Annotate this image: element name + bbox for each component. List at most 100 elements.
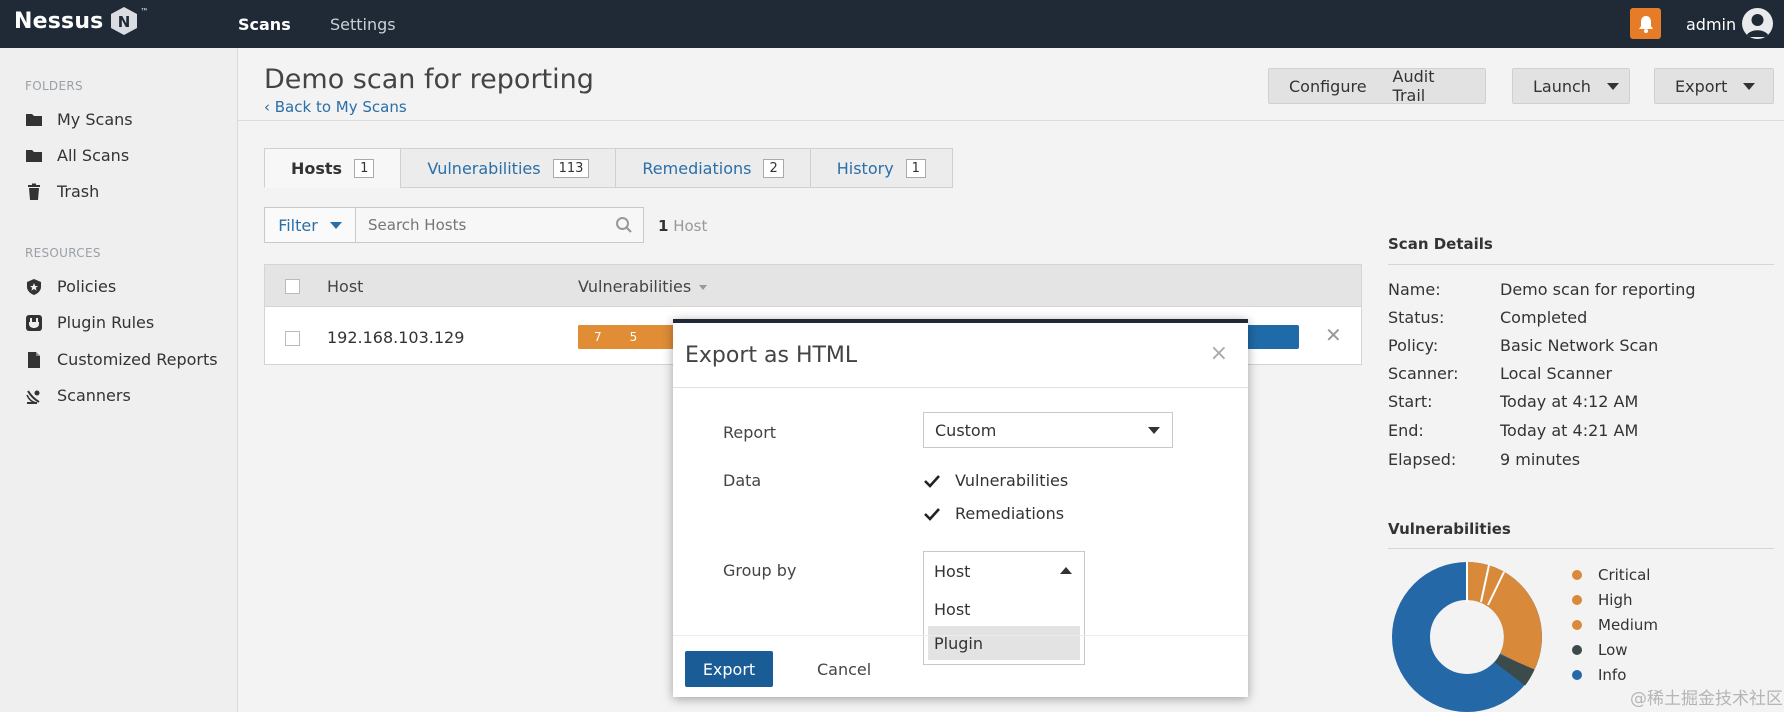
legend-high: High — [1572, 591, 1632, 609]
tab-label: Remediations — [642, 158, 752, 178]
nav-scans[interactable]: Scans — [238, 15, 291, 34]
sidebar-item-label: Trash — [57, 182, 100, 201]
legend-label: Critical — [1598, 566, 1651, 584]
delete-row-icon[interactable]: ✕ — [1325, 323, 1342, 347]
nav-settings[interactable]: Settings — [330, 15, 396, 34]
report-select[interactable]: Custom — [923, 412, 1173, 448]
tab-count-badge: 113 — [552, 158, 590, 178]
configure-button[interactable]: Configure — [1269, 77, 1387, 96]
tab-hosts[interactable]: Hosts 1 — [264, 148, 401, 188]
legend-label: Low — [1598, 641, 1628, 659]
tab-label: Hosts — [291, 158, 343, 178]
vulnerabilities-checkbox-row[interactable]: Vulnerabilities — [923, 471, 1068, 490]
filter-label: Filter — [278, 215, 318, 235]
legend-critical: Critical — [1572, 566, 1650, 584]
sort-icon — [699, 285, 708, 290]
host-count-number: 1 — [658, 217, 669, 235]
select-all-checkbox[interactable] — [285, 279, 300, 294]
remediations-checkbox[interactable] — [923, 505, 941, 523]
column-label: Vulnerabilities — [578, 277, 692, 296]
plugin-icon — [26, 314, 42, 331]
chevron-down-icon — [1743, 82, 1756, 90]
dialog-title: Export as HTML — [685, 343, 858, 368]
notifications-button[interactable] — [1630, 8, 1661, 39]
scan-details-title: Scan Details — [1388, 235, 1493, 253]
sidebar-item-all-scans[interactable]: All Scans — [25, 146, 129, 165]
sidebar-item-label: All Scans — [57, 146, 130, 165]
document-icon — [28, 351, 40, 368]
column-vulnerabilities[interactable]: Vulnerabilities — [578, 277, 708, 296]
sidebar-item-my-scans[interactable]: My Scans — [25, 110, 133, 129]
checkbox-label: Vulnerabilities — [955, 471, 1069, 490]
tab-label: History — [836, 158, 894, 178]
host-count: 1 Host — [658, 217, 707, 235]
legend-dot — [1572, 620, 1582, 630]
legend-low: Low — [1572, 641, 1628, 659]
row-checkbox[interactable] — [285, 331, 300, 346]
resources-heading: RESOURCES — [25, 246, 101, 260]
tab-vulnerabilities[interactable]: Vulnerabilities 113 — [400, 148, 616, 188]
user-avatar[interactable] — [1742, 8, 1773, 39]
sidebar-item-plugin-rules[interactable]: Plugin Rules — [25, 313, 154, 332]
user-icon — [1746, 14, 1769, 37]
launch-button[interactable]: Launch — [1512, 68, 1630, 104]
chevron-down-icon — [1606, 82, 1619, 90]
chevron-down-icon — [329, 221, 342, 229]
checkmark-icon — [924, 474, 940, 488]
legend-dot — [1572, 570, 1582, 580]
group-option-plugin[interactable]: Plugin — [928, 626, 1080, 660]
sidebar-item-label: Policies — [57, 277, 117, 296]
detail-row: Policy: Basic Network Scan — [1388, 336, 1658, 355]
tab-history[interactable]: History 1 — [809, 148, 953, 188]
tab-count-badge: 1 — [905, 158, 926, 178]
group-option-host[interactable]: Host — [928, 592, 1080, 626]
tab-remediations[interactable]: Remediations 2 — [615, 148, 810, 188]
chevron-down-icon — [1148, 427, 1160, 434]
nessus-logo[interactable]: Nessus N ™ — [14, 6, 148, 36]
export-confirm-button[interactable]: Export — [685, 651, 773, 687]
back-to-my-scans-link[interactable]: ‹ Back to My Scans — [264, 98, 407, 116]
folder-icon — [26, 149, 42, 162]
search-icon[interactable] — [615, 216, 633, 234]
user-name[interactable]: admin — [1686, 15, 1736, 34]
donut-high — [1466, 562, 1542, 671]
export-html-dialog: Export as HTML × Report Custom Data Vuln… — [673, 319, 1248, 697]
detail-value: Local Scanner — [1500, 364, 1613, 383]
detail-key: Elapsed: — [1388, 450, 1457, 469]
vulnerabilities-checkbox[interactable] — [923, 472, 941, 490]
legend-dot — [1572, 595, 1582, 605]
filter-button[interactable]: Filter — [264, 207, 356, 243]
vulnerabilities-donut-chart[interactable] — [1392, 562, 1542, 712]
sidebar-item-policies[interactable]: Policies — [25, 277, 116, 296]
vuln-severity-segment: 7 5 — [578, 325, 688, 349]
table-header: Host Vulnerabilities — [265, 265, 1361, 307]
shield-icon — [27, 278, 41, 295]
detail-value: Today at 4:21 AM — [1500, 421, 1639, 440]
dialog-footer-divider — [673, 635, 1248, 636]
group-by-select[interactable]: Host Host Plugin — [923, 551, 1085, 665]
header-divider — [238, 120, 1784, 121]
sidebar-item-trash[interactable]: Trash — [25, 182, 99, 201]
logo-text: Nessus — [14, 8, 104, 34]
export-button[interactable]: Export — [1654, 68, 1774, 104]
cancel-button[interactable]: Cancel — [817, 660, 871, 679]
column-host[interactable]: Host — [327, 277, 363, 296]
audit-trail-button[interactable]: Audit Trail — [1387, 67, 1485, 105]
search-hosts-input[interactable] — [356, 208, 596, 242]
sidebar-item-scanners[interactable]: Scanners — [25, 386, 131, 405]
search-box — [355, 207, 644, 243]
report-value: Custom — [935, 420, 997, 440]
vulnerabilities-divider — [1388, 548, 1774, 549]
sidebar-item-customized-reports[interactable]: Customized Reports — [25, 350, 218, 369]
data-label: Data — [723, 471, 762, 490]
watermark: @稀土掘金技术社区 — [1630, 689, 1783, 709]
legend-info: Info — [1572, 666, 1626, 684]
critical-count: 7 — [594, 330, 602, 344]
close-icon[interactable]: × — [1210, 341, 1228, 366]
host-cell[interactable]: 192.168.103.129 — [327, 328, 464, 347]
export-label: Export — [1675, 76, 1728, 96]
tab-count-badge: 1 — [354, 158, 375, 178]
svg-text:N: N — [118, 13, 131, 31]
remediations-checkbox-row[interactable]: Remediations — [923, 504, 1064, 523]
scan-details-divider — [1388, 264, 1774, 265]
